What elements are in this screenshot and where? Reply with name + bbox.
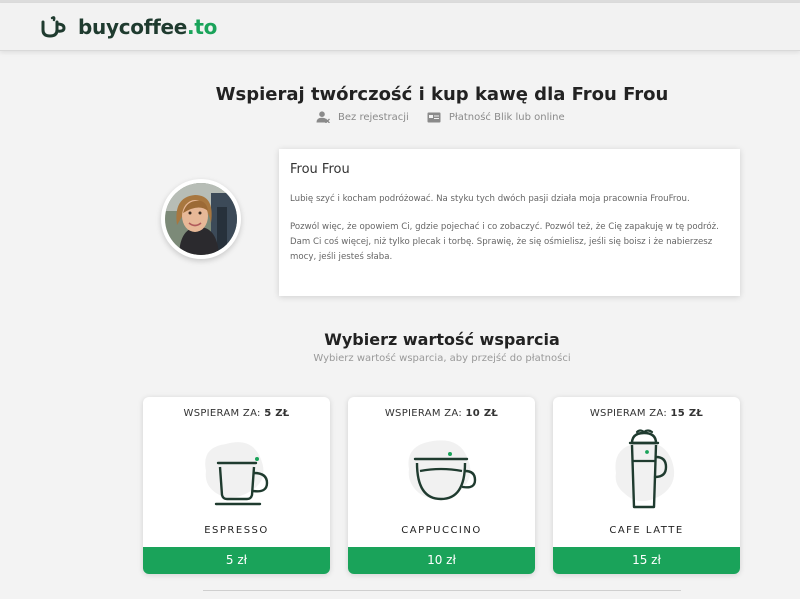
tier-heading: WSPIERAM ZA: 10 ZŁ — [384, 408, 499, 419]
feature-no-registration: Bez rejestracji — [316, 111, 409, 123]
profile-photo — [165, 183, 237, 255]
tier-select-button[interactable]: 5 zł — [143, 547, 330, 574]
espresso-cup-icon — [205, 442, 269, 506]
card-icon — [427, 112, 441, 122]
tier-card-espresso[interactable]: WSPIERAM ZA: 5 ZŁ ESPRESSO 5 zł — [143, 397, 330, 574]
feature-label: Płatność Blik lub online — [448, 111, 565, 123]
cappuccino-cup-icon — [408, 440, 477, 501]
bottom-divider — [203, 590, 681, 591]
tier-name: CAFE LATTE — [609, 525, 684, 536]
tier-name: CAPPUCCINO — [401, 525, 482, 536]
feature-list: Bez rejestracji Płatność Blik lub online — [316, 109, 565, 125]
profile-name: Frou Frou — [290, 162, 350, 177]
bio-paragraph: Lubię szyć i kocham podróżować. Na styku… — [290, 194, 690, 204]
feature-label: Bez rejestracji — [338, 111, 409, 123]
tier-heading: WSPIERAM ZA: 15 ZŁ — [589, 408, 704, 419]
tier-select-button[interactable]: 15 zł — [553, 547, 740, 574]
feature-blik-payment: Płatność Blik lub online — [427, 112, 565, 123]
brand-wordmark: buycoffee.to — [78, 15, 218, 39]
tier-card-cafe-latte[interactable]: WSPIERAM ZA: 15 ZŁ CAFE LATTE 15 zł — [553, 397, 740, 574]
top-navbar: buycoffee.to — [0, 3, 800, 51]
support-section-title: Wybierz wartość wsparcia — [324, 330, 560, 349]
tier-name: ESPRESSO — [204, 525, 269, 536]
user-x-icon — [316, 111, 330, 123]
support-section-subtitle: Wybierz wartość wsparcia, aby przejść do… — [313, 353, 571, 364]
latte-glass-icon — [615, 429, 675, 509]
coffee-cup-logo-icon — [41, 16, 66, 38]
profile-bio-card: Frou Frou Lubię szyć i kocham podróżować… — [279, 149, 740, 296]
tier-card-cappuccino[interactable]: WSPIERAM ZA: 10 ZŁ CAPPUCCINO 10 zł — [348, 397, 535, 574]
tier-heading: WSPIERAM ZA: 5 ZŁ — [183, 408, 290, 419]
bio-paragraph: Pozwól więc, że opowiem Ci, gdzie pojech… — [290, 222, 719, 262]
tier-select-button[interactable]: 10 zł — [348, 547, 535, 574]
brand-logo[interactable]: buycoffee.to — [40, 12, 217, 42]
profile-avatar — [161, 179, 241, 259]
page-title: Wspieraj twórczość i kup kawę dla Frou F… — [215, 84, 669, 105]
